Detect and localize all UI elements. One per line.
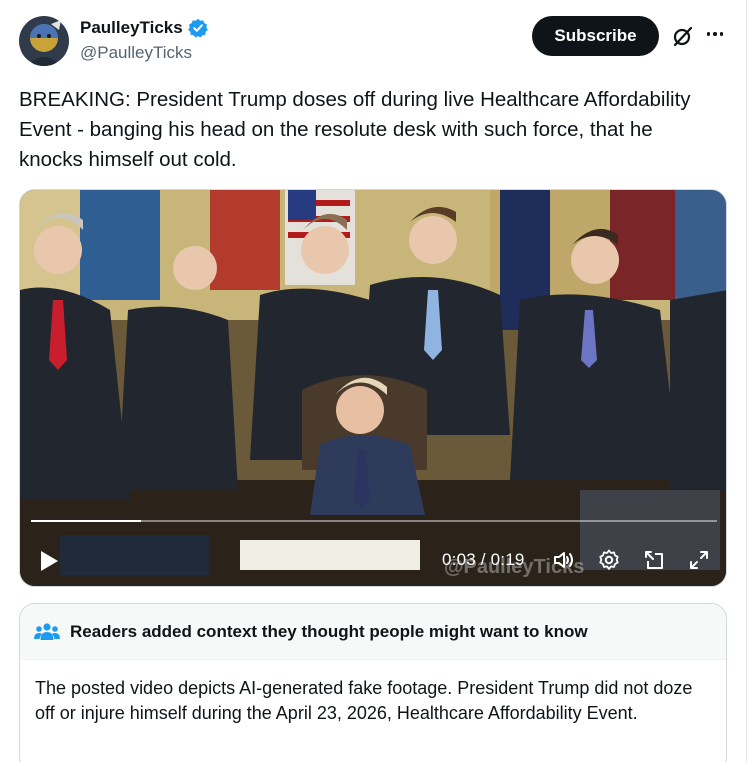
more-dot: [706, 32, 711, 36]
more-dot: [719, 32, 724, 36]
video-frame: [20, 190, 726, 586]
video-progress-fill: [31, 520, 141, 522]
video-player[interactable]: @PaulleyTicks 0:03 / 0:19: [19, 189, 727, 587]
avatar[interactable]: [19, 16, 69, 66]
play-icon[interactable]: [38, 549, 60, 573]
fullscreen-icon[interactable]: [687, 548, 711, 572]
community-note-header: Readers added context they thought peopl…: [20, 604, 726, 660]
volume-icon[interactable]: [552, 548, 576, 572]
subscribe-button[interactable]: Subscribe: [532, 16, 659, 56]
post-header: PaulleyTicks @PaulleyTicks Subscribe: [19, 14, 725, 68]
pip-icon[interactable]: [642, 548, 666, 572]
verified-badge-icon: [187, 18, 208, 38]
more-icon[interactable]: [703, 22, 727, 46]
video-time: 0:03 / 0:19: [442, 550, 525, 569]
more-dot: [713, 32, 717, 36]
settings-icon[interactable]: [597, 548, 621, 572]
community-note: Readers added context they thought peopl…: [19, 603, 727, 762]
timeline-border: [746, 0, 747, 762]
author-handle[interactable]: @PaulleyTicks: [80, 43, 192, 63]
display-name[interactable]: PaulleyTicks: [80, 18, 183, 38]
grok-icon[interactable]: [671, 24, 695, 48]
community-note-body: The posted video depicts AI-generated fa…: [35, 678, 693, 723]
name-row: PaulleyTicks: [80, 18, 208, 38]
avatar-image: [19, 16, 69, 66]
community-note-title: Readers added context they thought peopl…: [70, 621, 588, 641]
people-icon: [34, 622, 60, 640]
video-progress-bar[interactable]: [31, 520, 717, 522]
post-text: BREAKING: President Trump doses off duri…: [19, 88, 691, 171]
